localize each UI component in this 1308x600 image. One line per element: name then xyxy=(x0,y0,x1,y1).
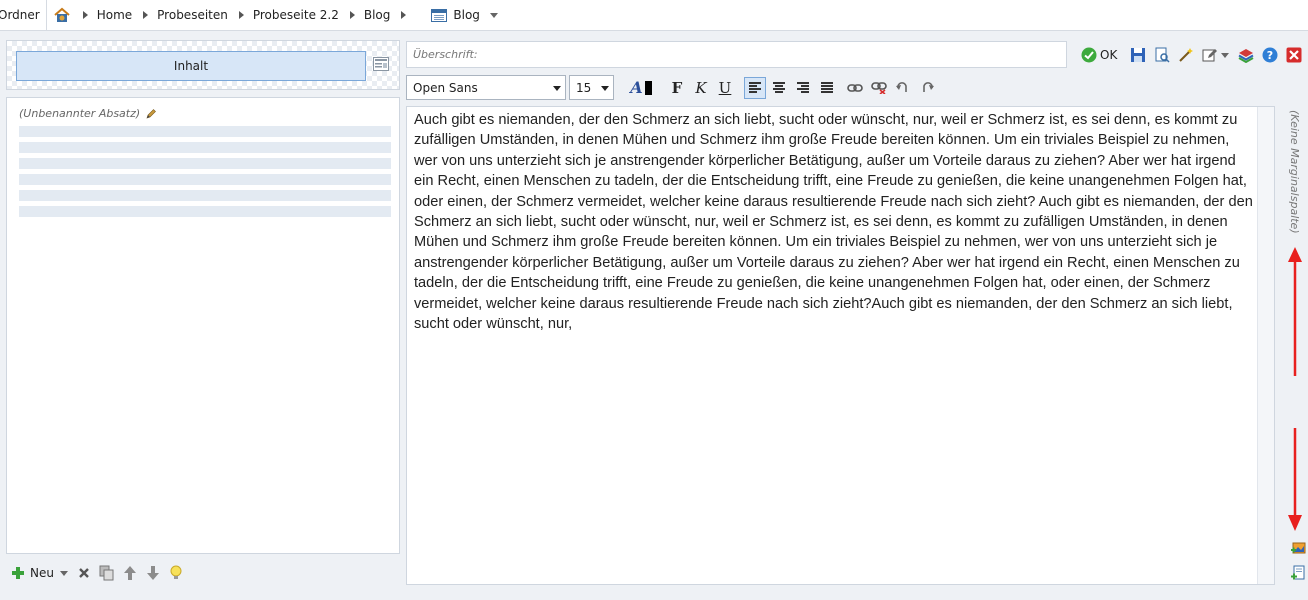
content-tab-label: Inhalt xyxy=(173,59,209,73)
current-page-dropdown[interactable]: Blog xyxy=(431,8,498,22)
chevron-right-icon xyxy=(82,11,88,19)
breadcrumb-label: Probeseite 2.2 xyxy=(252,8,339,22)
chevron-down-icon xyxy=(601,86,609,91)
breadcrumb-item-blog[interactable]: Blog xyxy=(339,8,416,22)
content-tab-button[interactable]: Inhalt xyxy=(16,51,366,81)
paragraph-preview-line xyxy=(19,142,391,153)
paragraph-list: (Unbenannter Absatz) xyxy=(6,97,400,554)
breadcrumb-item-probeseite-2-2[interactable]: Probeseite 2.2 xyxy=(228,8,339,22)
font-size-select[interactable]: 15 xyxy=(569,75,614,100)
underline-button[interactable]: U xyxy=(714,77,736,99)
chevron-right-icon xyxy=(349,11,355,19)
paragraph-preview-line xyxy=(19,174,391,185)
svg-text:?: ? xyxy=(1267,49,1273,62)
text-color-button[interactable]: A xyxy=(626,77,656,99)
chevron-right-icon[interactable] xyxy=(401,11,407,19)
paragraph-label: (Unbenannter Absatz) xyxy=(19,107,141,120)
chevron-down-icon[interactable] xyxy=(1221,52,1230,58)
font-family-value: Open Sans xyxy=(413,80,478,95)
paragraph-preview-line xyxy=(19,190,391,201)
text-editor[interactable]: Auch gibt es niemanden, der den Schmerz … xyxy=(406,106,1275,585)
chevron-down-icon xyxy=(553,86,561,91)
justify-icon xyxy=(821,82,833,93)
help-icon[interactable]: ? xyxy=(1261,46,1279,64)
folder-tab[interactable]: Ordner xyxy=(0,0,47,31)
copy-icon[interactable] xyxy=(99,565,115,581)
margin-column[interactable]: (Keine Marginalspalte) xyxy=(1285,110,1303,240)
layout-icon[interactable] xyxy=(373,57,389,71)
save-icon[interactable] xyxy=(1129,46,1147,64)
chevron-right-icon xyxy=(238,11,244,19)
heading-input[interactable] xyxy=(406,41,1067,68)
move-down-icon[interactable] xyxy=(145,565,161,581)
magic-wand-icon[interactable] xyxy=(1177,46,1195,64)
insert-page-icon[interactable] xyxy=(1290,565,1306,581)
content-area-selector: Inhalt xyxy=(6,40,400,90)
breadcrumb-item-home[interactable]: Home xyxy=(72,8,132,22)
bold-label: F xyxy=(671,78,683,97)
annotation-arrow-down xyxy=(1288,428,1302,531)
chevron-down-icon[interactable] xyxy=(59,570,68,576)
unlink-icon[interactable] xyxy=(868,77,890,99)
margin-column-label: (Keine Marginalspalte) xyxy=(1288,110,1301,234)
formatting-toolbar: A F K U xyxy=(626,75,940,100)
justify-button[interactable] xyxy=(816,77,838,99)
annotation-arrow-up xyxy=(1288,247,1302,376)
redo-icon[interactable] xyxy=(916,77,938,99)
italic-button[interactable]: K xyxy=(690,77,712,99)
edit-icon[interactable] xyxy=(1201,46,1219,64)
current-page-label: Blog xyxy=(453,8,480,22)
editor-content[interactable]: Auch gibt es niemanden, der den Schmerz … xyxy=(414,110,1254,334)
paragraph-toolbar: Neu xyxy=(10,562,191,584)
editor-actions: OK ? xyxy=(1080,44,1308,66)
link-icon[interactable] xyxy=(844,77,866,99)
move-up-icon[interactable] xyxy=(122,565,138,581)
lightbulb-icon[interactable] xyxy=(168,565,184,581)
breadcrumb-label: Blog xyxy=(363,8,391,22)
page-icon xyxy=(431,8,448,22)
preview-icon[interactable] xyxy=(1153,46,1171,64)
align-right-icon xyxy=(797,82,809,93)
insert-image-icon[interactable] xyxy=(1290,540,1306,556)
new-button[interactable]: Neu xyxy=(30,566,54,580)
home-icon[interactable] xyxy=(52,5,72,25)
paragraph-preview-line xyxy=(19,206,391,217)
paragraph-item[interactable]: (Unbenannter Absatz) xyxy=(19,107,157,120)
breadcrumb: Ordner Home Probeseiten Probeseite 2.2 B… xyxy=(0,0,1308,31)
chevron-right-icon xyxy=(143,11,149,19)
color-swatch xyxy=(644,80,652,95)
align-left-button[interactable] xyxy=(744,76,766,99)
bold-button[interactable]: F xyxy=(666,77,688,99)
align-center-button[interactable] xyxy=(768,77,790,99)
underline-label: U xyxy=(718,78,732,97)
breadcrumb-label: Home xyxy=(96,8,133,22)
layers-icon[interactable] xyxy=(1237,46,1255,64)
undo-icon[interactable] xyxy=(892,77,914,99)
align-center-icon xyxy=(773,82,785,93)
breadcrumb-item-probeseiten[interactable]: Probeseiten xyxy=(132,8,228,22)
paragraph-preview-line xyxy=(19,126,391,137)
editor-scrollbar[interactable] xyxy=(1257,107,1274,584)
font-family-select[interactable]: Open Sans xyxy=(406,75,566,100)
align-left-icon xyxy=(749,82,761,93)
italic-label: K xyxy=(695,78,707,97)
align-right-button[interactable] xyxy=(792,77,814,99)
chevron-down-icon xyxy=(489,12,498,18)
ok-button[interactable]: OK xyxy=(1100,48,1117,62)
pencil-icon[interactable] xyxy=(145,108,157,120)
ok-check-icon[interactable] xyxy=(1080,46,1098,64)
folder-label: Ordner xyxy=(0,8,40,22)
paragraph-preview-line xyxy=(19,158,391,169)
add-icon[interactable] xyxy=(10,565,26,581)
close-icon[interactable] xyxy=(1285,46,1303,64)
font-size-value: 15 xyxy=(576,80,592,95)
text-color-label: A xyxy=(630,78,643,97)
delete-icon[interactable] xyxy=(76,565,92,581)
breadcrumb-label: Probeseiten xyxy=(157,8,228,22)
